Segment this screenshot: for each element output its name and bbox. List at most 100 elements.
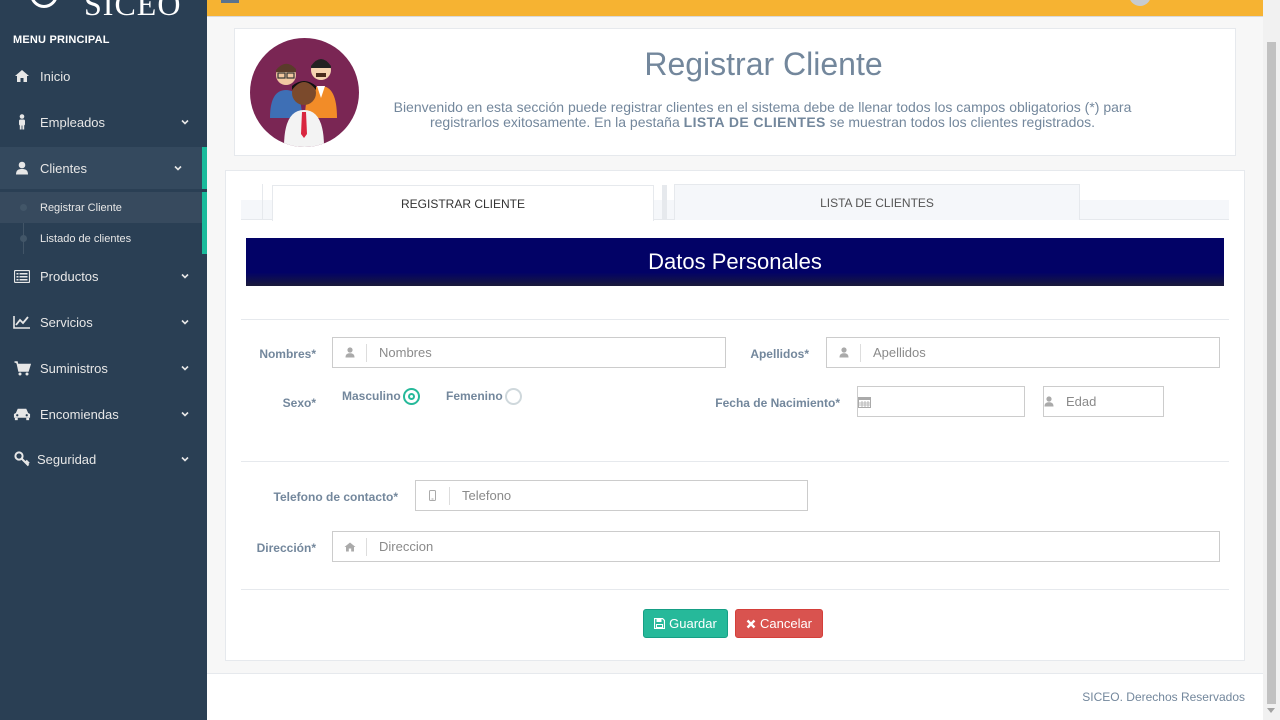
bullet-icon [20,204,27,211]
submenu-item-label: Listado de clientes [40,232,132,245]
user-icon [333,344,366,362]
sidebar-item-label: Clientes [40,160,87,176]
sidebar-item-label: Encomiendas [40,406,119,422]
submenu-item-listado-clientes[interactable]: Listado de clientes [0,223,202,254]
masculino-radio[interactable] [403,388,420,405]
save-button[interactable]: Guardar [643,609,728,638]
submenu-item-label: Registrar Cliente [40,201,122,214]
sidebar-item-clientes[interactable]: Clientes [0,147,207,189]
nombres-label: Nombres* [259,347,316,361]
sidebar-item-servicios[interactable]: Servicios [0,301,207,343]
mobile-phone-icon [416,487,449,505]
chevron-down-icon [174,165,182,171]
page-title: Registrar Cliente [644,46,883,82]
bullet-icon [20,235,27,242]
logo-text: SICEO [84,0,182,18]
direccion-input[interactable] [367,532,1219,561]
sidebar-item-label: Suministros [40,360,108,376]
chevron-down-icon [181,456,189,462]
tab-divider [662,185,667,219]
sidebar-item-empleados[interactable]: Empleados [0,101,207,143]
logo[interactable]: SICEO [0,0,207,18]
menu-toggle-icon[interactable] [221,0,239,3]
sidebar-item-encomiendas[interactable]: Encomiendas [0,393,207,435]
save-button-label: Guardar [669,616,717,631]
divider [241,319,1229,320]
apellidos-input[interactable] [861,338,1219,367]
section-title-banner: Datos Personales [246,238,1224,286]
submenu-item-registrar-cliente[interactable]: Registrar Cliente [0,192,202,223]
apellidos-label: Apellidos* [750,347,809,361]
logo-mark-icon [30,0,58,8]
apellidos-field[interactable] [826,337,1220,368]
fecha-nacimiento-field[interactable] [857,386,1059,417]
car-icon [13,405,31,423]
scroll-down-icon[interactable] [1267,708,1275,713]
floppy-disk-icon [654,618,666,629]
sidebar-item-label: Servicios [40,314,93,330]
direccion-field[interactable] [332,531,1220,562]
fecha-nacimiento-label: Fecha de Nacimiento* [715,396,840,410]
sidebar-item-inicio[interactable]: Inicio [0,55,207,97]
edad-input[interactable] [1054,387,1242,416]
femenino-label: Femenino [446,389,503,403]
close-icon [746,619,756,628]
sidebar-item-suministros[interactable]: Suministros [0,347,207,389]
tab-divider [262,184,263,220]
sidebar-item-label: Productos [40,268,99,284]
edad-field[interactable] [1043,386,1242,417]
clientes-submenu: Registrar Cliente Listado de clientes [0,192,207,254]
key-icon [13,450,31,468]
footer: SICEO. Derechos Reservados [207,673,1263,720]
cancel-button[interactable]: Cancelar [735,609,823,638]
sidebar-item-label: Seguridad [37,451,97,467]
top-nav [207,0,1263,17]
sidebar-item-seguridad[interactable]: Seguridad [0,438,207,480]
clients-illustration [250,38,359,147]
fecha-nacimiento-input[interactable] [871,387,1059,416]
divider [241,461,1229,462]
intro-text-highlight: LISTA DE CLIENTES [683,114,826,130]
chevron-down-icon [181,319,189,325]
footer-text: SICEO. Derechos Reservados [1082,690,1245,704]
sidebar-item-productos[interactable]: Productos [0,255,207,297]
user-avatar[interactable] [1129,0,1151,6]
user-icon [827,344,860,362]
register-client-panel: REGISTRAR CLIENTE LISTA DE CLIENTES Dato… [225,170,1245,661]
sidebar: SICEO MENU PRINCIPAL Inicio Empleados Cl… [0,0,207,720]
line-chart-icon [13,313,31,331]
nombres-input[interactable] [367,338,725,367]
home-icon [13,67,31,85]
sidebar-item-label: Empleados [40,114,106,130]
nombres-field[interactable] [332,337,726,368]
user-icon [13,159,31,177]
tab-registrar-cliente[interactable]: REGISTRAR CLIENTE [272,185,654,221]
page-header: Registrar Cliente Bienvenido en esta sec… [234,28,1236,156]
home-icon [333,538,366,556]
femenino-radio[interactable] [505,388,522,405]
chevron-down-icon [181,365,189,371]
intro-text: Bienvenido en esta sección puede registr… [375,100,1150,130]
sexo-label: Sexo* [282,396,316,410]
intro-text-part2: se muestran todos los clientes registrad… [829,114,1096,130]
user-icon [1044,393,1054,411]
chevron-down-icon [181,273,189,279]
tab-lista-clientes[interactable]: LISTA DE CLIENTES [674,184,1080,220]
divider [241,589,1229,590]
person-icon [13,113,31,131]
chevron-down-icon [181,119,189,125]
masculino-label: Masculino [342,389,401,403]
telefono-label: Telefono de contacto* [273,490,398,504]
menu-title: MENU PRINCIPAL [13,34,110,46]
cancel-button-label: Cancelar [759,616,813,631]
direccion-label: Dirección* [256,541,316,555]
chevron-down-icon [181,411,189,417]
list-icon [13,267,31,285]
page-scrollbar[interactable] [1263,0,1280,720]
sidebar-item-label: Inicio [40,68,71,84]
cart-icon [13,359,31,377]
telefono-input[interactable] [450,481,807,510]
calendar-icon [858,393,871,411]
scrollbar-thumb[interactable] [1267,42,1276,704]
telefono-field[interactable] [415,480,808,511]
